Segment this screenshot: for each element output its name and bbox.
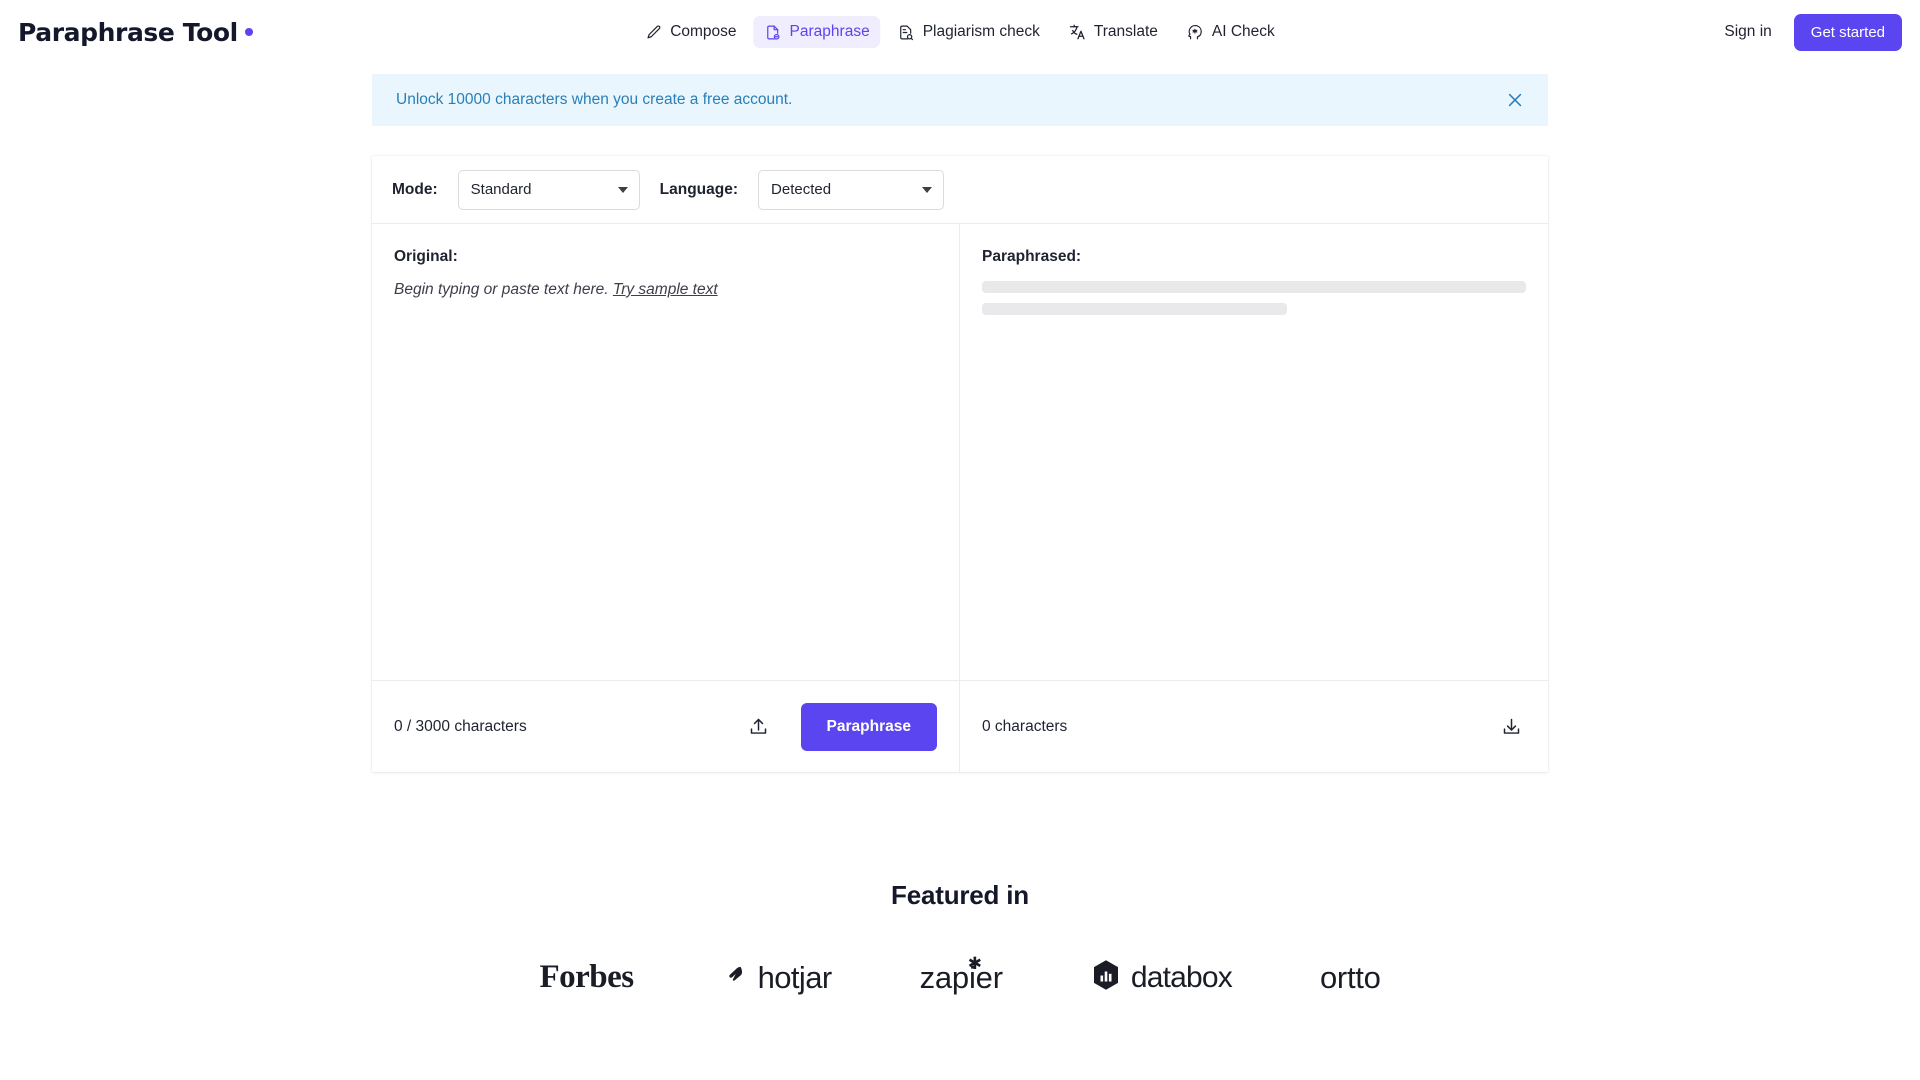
- nav-item-plagiarism-check[interactable]: Plagiarism check: [887, 16, 1051, 48]
- sign-in-link[interactable]: Sign in: [1724, 23, 1771, 41]
- logo-dot-icon: [244, 27, 253, 36]
- skeleton-line: [982, 303, 1287, 315]
- brand-zapier: zapier ✱: [919, 955, 1003, 996]
- app-logo-text: Paraphrase Tool: [18, 17, 238, 47]
- language-select[interactable]: Detected: [758, 169, 945, 210]
- document-paraphrase-icon: [765, 24, 782, 41]
- try-sample-text-link[interactable]: Try sample text: [613, 281, 718, 298]
- top-navigation-bar: Paraphrase Tool Compose Paraphrase Plagi…: [0, 0, 1920, 64]
- nav-label-translate: Translate: [1093, 23, 1158, 40]
- translate-icon: [1068, 23, 1086, 41]
- nav-label-compose: Compose: [670, 23, 737, 40]
- output-character-count: 0 characters: [982, 717, 1068, 735]
- brand-databox-label: databox: [1130, 960, 1233, 994]
- original-title: Original:: [394, 248, 458, 265]
- brand-databox: databox: [1091, 959, 1233, 996]
- brand-zapier-text: zapier: [919, 959, 1003, 995]
- get-started-button[interactable]: Get started: [1793, 13, 1902, 51]
- nav-item-compose[interactable]: Compose: [634, 16, 747, 48]
- download-icon[interactable]: [1497, 712, 1526, 741]
- featured-title: Featured in: [891, 880, 1029, 910]
- paraphrased-title: Paraphrased:: [982, 248, 1082, 265]
- brand-zapier-label: zapier ✱: [919, 955, 1003, 996]
- brand-forbes-label: Forbes: [539, 959, 634, 995]
- nav-label-plagiarism-check: Plagiarism check: [922, 23, 1040, 40]
- upload-icon[interactable]: [744, 712, 773, 741]
- promo-banner-message: Unlock 10000 characters when you create …: [396, 91, 793, 108]
- input-character-count: 0 / 3000 characters: [394, 717, 527, 735]
- chevron-down-icon: [617, 186, 628, 193]
- nav-label-ai-check: AI Check: [1211, 23, 1275, 40]
- brand-ortto: ortto: [1320, 960, 1381, 996]
- paraphrase-tool-card: Mode: Standard Language: Detected Origin…: [372, 156, 1548, 772]
- pencil-icon: [645, 24, 662, 41]
- zapier-asterisk-icon: ✱: [967, 953, 982, 973]
- paraphrased-pane: Paraphrased:: [960, 224, 1548, 680]
- nav-label-paraphrase: Paraphrase: [789, 23, 870, 40]
- nav-item-paraphrase[interactable]: Paraphrase: [753, 16, 881, 48]
- original-input[interactable]: Begin typing or paste text here. Try sam…: [394, 281, 937, 299]
- brand-hotjar: hotjar: [722, 960, 832, 996]
- nav-item-translate[interactable]: Translate: [1057, 16, 1169, 48]
- editor-panes: Original: Begin typing or paste text her…: [372, 224, 1548, 680]
- app-logo[interactable]: Paraphrase Tool: [18, 18, 253, 47]
- promo-banner: Unlock 10000 characters when you create …: [372, 74, 1548, 126]
- mode-select[interactable]: Standard: [457, 169, 640, 210]
- databox-hexagon-icon: [1091, 959, 1121, 996]
- chevron-down-icon: [922, 186, 933, 193]
- ai-head-icon: [1186, 23, 1204, 41]
- paraphrased-footer: 0 characters: [960, 681, 1548, 772]
- featured-section: Featured in Forbes hotjar zapier ✱ datab…: [372, 880, 1548, 996]
- brand-hotjar-label: hotjar: [757, 959, 833, 995]
- mode-select-value: Standard: [470, 181, 532, 198]
- language-select-value: Detected: [771, 181, 832, 198]
- original-footer: 0 / 3000 characters Paraphrase: [372, 681, 960, 772]
- paraphrase-button[interactable]: Paraphrase: [800, 702, 937, 751]
- editor-footer: 0 / 3000 characters Paraphrase 0 charact…: [372, 680, 1548, 772]
- original-placeholder-text: Begin typing or paste text here.: [394, 281, 609, 298]
- original-pane[interactable]: Original: Begin typing or paste text her…: [372, 224, 960, 680]
- close-icon[interactable]: [1504, 89, 1526, 111]
- page-container: Unlock 10000 characters when you create …: [372, 74, 1548, 996]
- document-search-icon: [898, 24, 915, 41]
- featured-logos: Forbes hotjar zapier ✱ databox ortto: [372, 955, 1548, 996]
- top-bar-actions: Sign in Get started: [1724, 13, 1902, 51]
- nav-item-ai-check[interactable]: AI Check: [1175, 16, 1286, 48]
- brand-forbes: Forbes: [539, 959, 634, 996]
- mode-label: Mode:: [392, 180, 438, 198]
- hotjar-bolt-icon: [722, 962, 748, 993]
- tool-controls: Mode: Standard Language: Detected: [372, 156, 1548, 224]
- skeleton-line: [982, 281, 1526, 293]
- language-label: Language:: [659, 180, 739, 198]
- main-nav: Compose Paraphrase Plagiarism check Tran…: [634, 16, 1286, 48]
- brand-ortto-label: ortto: [1319, 959, 1381, 995]
